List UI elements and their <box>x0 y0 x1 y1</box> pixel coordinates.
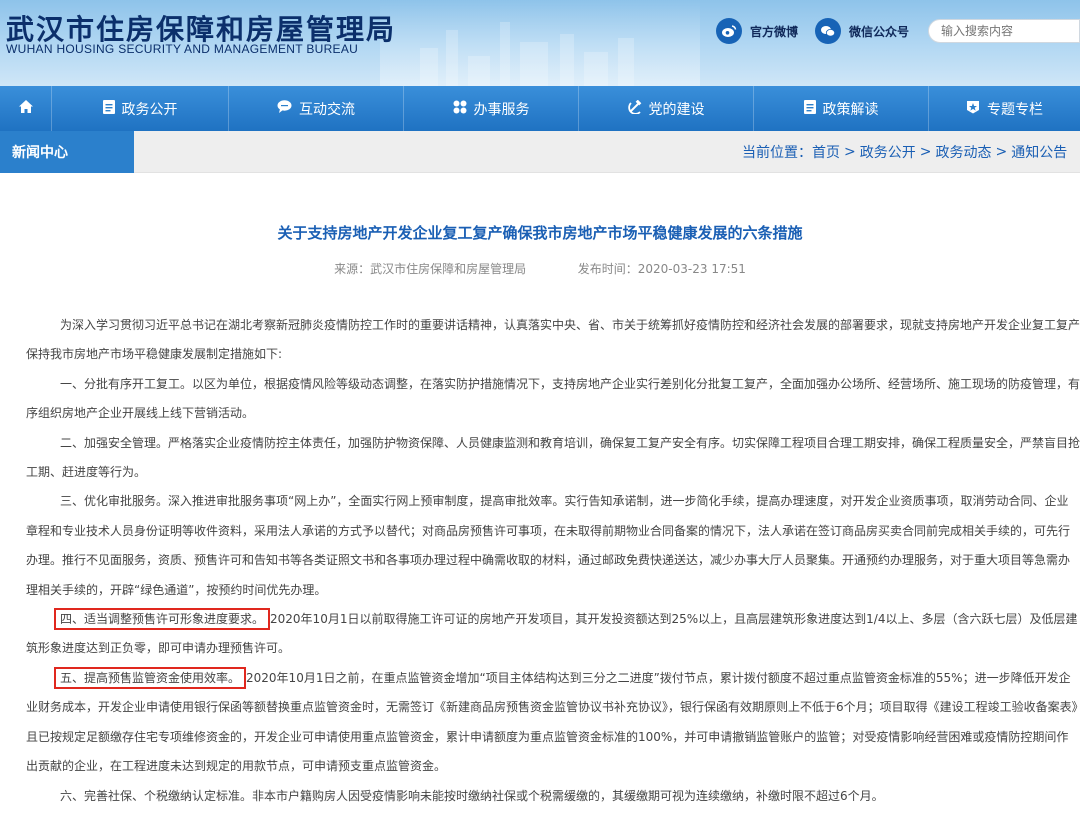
weibo-icon <box>716 18 742 44</box>
nav-item-label: 专题专栏 <box>987 101 1043 118</box>
article-paragraph: 六、完善社保、个税缴纳认定标准。非本市户籍购房人因受疫情影响未能按时缴纳社保或个… <box>60 788 884 803</box>
nav-item-interaction[interactable]: 互动交流 <box>229 86 404 131</box>
nav-item-services[interactable]: 办事服务 <box>404 86 579 131</box>
nav-item-gov-affairs[interactable]: 政务公开 <box>52 86 229 131</box>
breadcrumb-separator: > <box>844 144 856 160</box>
highlighted-heading: 四、适当调整预售许可形象进度要求。 <box>54 608 271 631</box>
nav-item-label: 办事服务 <box>473 101 530 118</box>
nav-item-label: 政策解读 <box>822 101 879 118</box>
wechat-link[interactable]: 微信公众号 <box>815 18 909 44</box>
skyline-building <box>584 52 608 86</box>
article-title: 关于支持房地产开发企业复工复产确保我市房地产市场平稳健康发展的六条措施 <box>277 224 803 242</box>
article-paragraph: 为深入学习贯彻习近平总书记在湖北考察新冠肺炎疫情防控工作时的重要讲话精神，认真落… <box>26 318 1080 362</box>
star-badge-icon <box>966 100 980 118</box>
breadcrumb-separator: > <box>995 144 1008 160</box>
breadcrumb-item[interactable]: 政务动态 <box>935 142 991 162</box>
section-bar: 新闻中心 当前位置：首页 > 政务公开 > 政务动态 > 通知公告 <box>0 131 1080 173</box>
article-paragraph: 五、提高预售监管资金使用效率。 2020年10月1日之前，在重点监管资金增加“项目… <box>26 664 1080 782</box>
skyline-building <box>560 34 574 86</box>
wechat-icon <box>815 18 841 44</box>
skyline-building <box>468 56 490 86</box>
nav-item-label: 互动交流 <box>299 101 355 118</box>
article-paragraph: 二、加强安全管理。严格落实企业疫情防控主体责任，加强防护物资保障、人员健康监测和… <box>26 435 1080 480</box>
section-tab-news-center[interactable]: 新闻中心 <box>0 131 134 173</box>
article-body: 为深入学习贯彻习近平总书记在湖北考察新冠肺炎疫情防控工作时的重要讲话精神，认真落… <box>26 311 1080 811</box>
breadcrumb: 当前位置：首页 > 政务公开 > 政务动态 > 通知公告 <box>742 131 1071 173</box>
breadcrumb-item[interactable]: 政务公开 <box>860 142 916 162</box>
article-source: 来源：武汉市住房保障和房屋管理局 <box>334 262 527 276</box>
skyline-building <box>500 22 510 86</box>
skyline-building <box>520 42 548 86</box>
main-nav: 政务公开 互动交流 办事服务 党的建设 政策解读 专题专栏 <box>0 86 1080 131</box>
article-meta: 来源：武汉市住房保障和房屋管理局 发布时间：2020-03-23 17:51 <box>0 260 1080 277</box>
weibo-link[interactable]: 官方微博 <box>716 18 798 44</box>
skyline-building <box>446 30 458 86</box>
skyline-building <box>420 48 438 86</box>
document-icon <box>803 99 816 118</box>
document-icon <box>102 99 115 118</box>
nav-item-special-topics[interactable]: 专题专栏 <box>929 86 1080 131</box>
breadcrumb-item[interactable]: 通知公告 <box>1011 142 1067 162</box>
search-input[interactable] <box>928 19 1080 43</box>
highlighted-heading: 五、提高预售监管资金使用效率。 <box>54 666 247 689</box>
nav-item-policy-interpretation[interactable]: 政策解读 <box>754 86 929 131</box>
home-button[interactable] <box>0 86 52 131</box>
article-paragraph: 一、分批有序开工复工。以区为单位，根据疫情风险等级动态调整，在落实防护措施情况下… <box>26 376 1080 421</box>
chat-bubble-icon <box>277 100 292 117</box>
hammer-sickle-icon <box>627 99 642 118</box>
breadcrumb-item[interactable]: 当前位置：首页 <box>742 142 840 162</box>
weibo-label: 官方微博 <box>750 24 799 39</box>
site-header: 武汉市住房保障和房屋管理局 WUHAN HOUSING SECURITY AND… <box>0 0 1080 86</box>
article-publish-time: 发布时间：2020-03-23 17:51 <box>577 262 746 276</box>
article-paragraph: 三、优化审批服务。深入推进审批服务事项“网上办”，全面实行网上预审制度，提高审批… <box>26 494 1071 597</box>
article-paragraph: 四、适当调整预售许可形象进度要求。 2020年10月1日以前取得施工许可证的房地产… <box>26 605 1080 664</box>
nav-item-label: 政务公开 <box>121 101 178 118</box>
breadcrumb-separator: > <box>919 144 932 160</box>
site-subtitle: WUHAN HOUSING SECURITY AND MANAGEMENT BU… <box>6 42 359 56</box>
wechat-label: 微信公众号 <box>849 24 910 39</box>
grid-icon <box>453 100 467 118</box>
skyline-building <box>618 38 634 86</box>
nav-item-party-building[interactable]: 党的建设 <box>579 86 754 131</box>
home-icon <box>18 99 34 118</box>
nav-item-label: 党的建设 <box>648 101 705 118</box>
